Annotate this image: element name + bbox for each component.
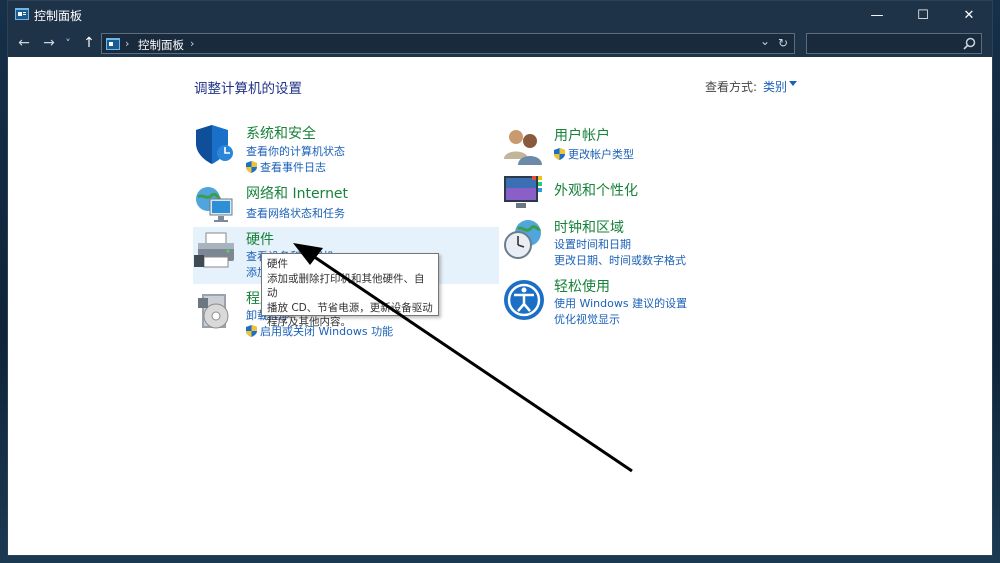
watermark-brand-cn: 经验 xyxy=(892,483,940,511)
link-view-network-status[interactable]: 查看网络状态和任务 xyxy=(246,205,345,221)
forward-button[interactable]: → xyxy=(38,33,60,53)
category-clock-region: 时钟和区域 设置时间和日期 更改日期、时间或数字格式 xyxy=(502,217,762,267)
network-globe-icon[interactable] xyxy=(194,183,238,227)
link-view-event-log[interactable]: 查看事件日志 xyxy=(246,159,326,175)
users-icon[interactable] xyxy=(502,125,546,169)
address-dropdown-button[interactable]: ⌄ xyxy=(760,34,770,48)
link-label: 更改帐户类型 xyxy=(568,148,634,161)
control-panel-icon xyxy=(106,38,120,50)
link-change-account-type[interactable]: 更改帐户类型 xyxy=(554,146,634,162)
breadcrumb-separator[interactable]: › xyxy=(190,37,194,50)
category-title[interactable]: 系统和安全 xyxy=(246,123,316,143)
ease-of-access-icon[interactable] xyxy=(502,278,546,322)
minimize-button[interactable]: — xyxy=(854,1,900,29)
hardware-tooltip: 硬件 添加或删除打印机和其他硬件、自动 播放 CD、节省电源，更新设备驱动 程序… xyxy=(261,253,439,328)
clock-globe-icon[interactable] xyxy=(502,217,546,261)
printer-icon[interactable] xyxy=(194,229,238,273)
watermark-brand: Bai xyxy=(768,473,822,508)
back-button[interactable]: ← xyxy=(13,33,35,53)
category-ease-of-access: 轻松使用 使用 Windows 建议的设置 优化视觉显示 xyxy=(502,276,762,326)
breadcrumb-separator[interactable]: › xyxy=(125,37,129,50)
link-set-time-date[interactable]: 设置时间和日期 xyxy=(554,236,631,252)
uac-shield-icon xyxy=(246,325,257,337)
tooltip-line: 添加或删除打印机和其他硬件、自动 xyxy=(267,272,425,300)
search-icon[interactable] xyxy=(963,37,976,50)
watermark-brand: du xyxy=(850,473,893,508)
category-network-internet: 网络和 Internet 查看网络状态和任务 xyxy=(194,183,454,227)
category-title[interactable]: 硬件 xyxy=(246,229,274,249)
search-input[interactable] xyxy=(806,33,982,54)
shield-icon[interactable] xyxy=(194,123,238,167)
category-appearance: 外观和个性化 xyxy=(502,172,762,216)
view-by-dropdown[interactable]: 类别 xyxy=(763,78,787,95)
category-title[interactable]: 外观和个性化 xyxy=(554,180,638,200)
baidu-watermark: Bai du 经验 jingyan.baidu.com xyxy=(768,454,948,545)
link-optimize-display[interactable]: 优化视觉显示 xyxy=(554,311,620,327)
link-view-computer-status[interactable]: 查看你的计算机状态 xyxy=(246,143,345,159)
watermark-url: jingyan.baidu.com xyxy=(776,517,906,533)
category-title[interactable]: 用户帐户 xyxy=(554,125,610,145)
recent-locations-button[interactable]: ˅ xyxy=(61,33,75,53)
category-system-security: 系统和安全 查看你的计算机状态 查看事件日志 xyxy=(194,123,454,175)
navigation-bar: ← → ˅ ↑ › 控制面板 › ⌄ ↻ xyxy=(8,29,992,57)
chevron-down-icon[interactable] xyxy=(789,81,797,86)
view-by-label: 查看方式: xyxy=(705,80,758,94)
tooltip-line: 程序及其他内容。 xyxy=(267,316,351,328)
link-recommended-settings[interactable]: 使用 Windows 建议的设置 xyxy=(554,295,687,311)
tooltip-title: 硬件 xyxy=(267,258,288,270)
address-box[interactable]: › 控制面板 › ⌄ ↻ xyxy=(101,33,795,54)
refresh-button[interactable]: ↻ xyxy=(778,36,788,50)
control-panel-icon xyxy=(15,8,29,20)
maximize-button[interactable]: ☐ xyxy=(900,1,946,29)
up-button[interactable]: ↑ xyxy=(78,33,100,53)
breadcrumb-control-panel[interactable]: 控制面板 xyxy=(138,37,184,53)
link-label: 查看事件日志 xyxy=(260,161,326,174)
category-title[interactable]: 网络和 Internet xyxy=(246,183,348,203)
category-user-accounts: 用户帐户 更改帐户类型 xyxy=(502,125,762,169)
category-title[interactable]: 时钟和区域 xyxy=(554,217,624,237)
close-button[interactable]: ✕ xyxy=(946,1,992,29)
window-title: 控制面板 xyxy=(34,9,83,23)
tooltip-line: 播放 CD、节省电源，更新设备驱动 xyxy=(267,301,433,314)
link-change-formats[interactable]: 更改日期、时间或数字格式 xyxy=(554,252,686,268)
category-title[interactable]: 轻松使用 xyxy=(554,276,610,296)
uac-shield-icon xyxy=(246,161,257,173)
programs-disc-icon[interactable] xyxy=(194,290,238,334)
title-bar[interactable]: 控制面板 — ☐ ✕ xyxy=(8,1,992,29)
monitor-palette-icon[interactable] xyxy=(502,172,546,216)
uac-shield-icon xyxy=(554,148,565,160)
page-title: 调整计算机的设置 xyxy=(194,81,302,97)
